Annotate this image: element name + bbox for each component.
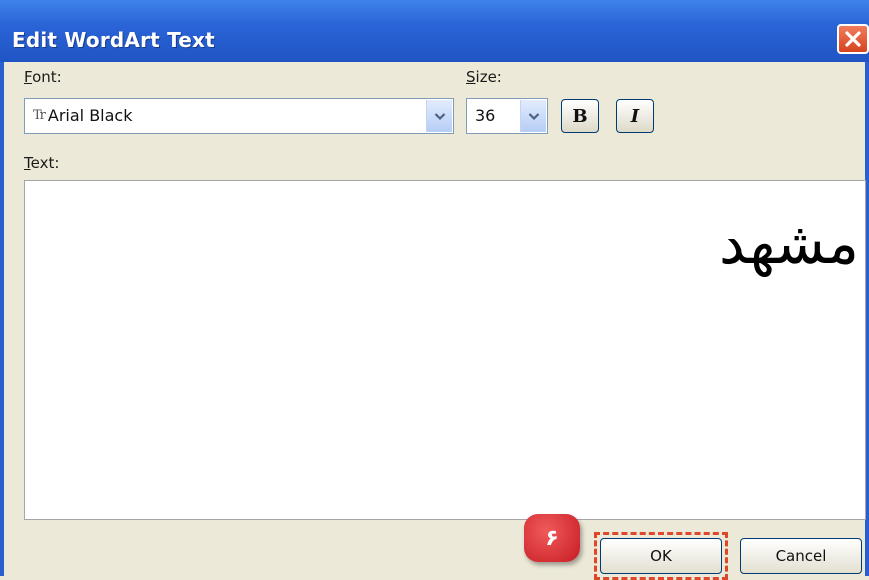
step-number-badge: ۶ — [524, 514, 580, 562]
size-label: Size: — [466, 68, 502, 86]
edit-wordart-dialog: Edit WordArt Text Font: Tr Arial Black S… — [0, 0, 869, 580]
size-dropdown[interactable]: 36 — [466, 98, 548, 134]
text-label: Text: — [24, 154, 60, 172]
font-value: Arial Black — [47, 106, 133, 125]
title-bar[interactable]: Edit WordArt Text — [0, 0, 869, 62]
close-button[interactable] — [837, 24, 869, 54]
truetype-font-icon: Tr — [33, 108, 46, 123]
wordart-text-content: مشهد — [719, 209, 859, 277]
font-dropdown[interactable]: Tr Arial Black — [24, 98, 454, 134]
close-icon — [845, 31, 861, 47]
bold-button[interactable]: B — [561, 99, 599, 133]
ok-highlight-frame — [594, 532, 728, 580]
dialog-body: Font: Tr Arial Black Size: 36 B I Text: … — [4, 62, 866, 580]
size-value: 36 — [475, 106, 496, 125]
button-bar — [4, 520, 865, 576]
wordart-text-input[interactable]: مشهد — [24, 180, 866, 520]
dialog-title: Edit WordArt Text — [12, 28, 215, 52]
chevron-down-icon — [528, 112, 539, 120]
chevron-down-icon — [434, 112, 445, 120]
size-dropdown-arrow[interactable] — [520, 100, 546, 132]
italic-button[interactable]: I — [616, 99, 654, 133]
cancel-button[interactable]: Cancel — [740, 538, 862, 574]
font-dropdown-arrow[interactable] — [426, 100, 452, 132]
font-label: Font: — [24, 68, 62, 86]
